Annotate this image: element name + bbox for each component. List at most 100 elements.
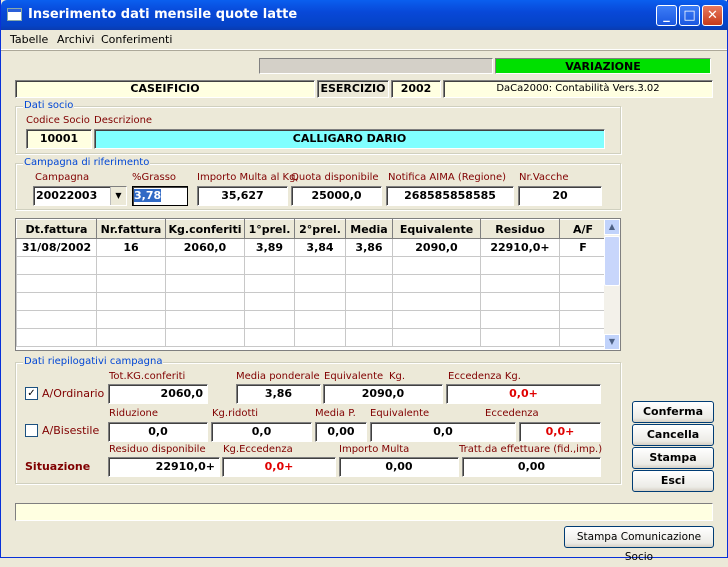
- quota-label: Quota disponibile: [291, 172, 379, 183]
- cell[interactable]: 2090,0: [392, 238, 481, 257]
- equivalente-label: Equivalente: [324, 371, 384, 382]
- col-header[interactable]: Kg.conferiti: [165, 219, 245, 239]
- status-bar: [15, 503, 713, 521]
- media-p-label: Media P.: [315, 408, 356, 419]
- campagna-title: Campagna di riferimento: [23, 157, 151, 168]
- cell[interactable]: 3,89: [244, 238, 295, 257]
- table-row[interactable]: [16, 328, 607, 347]
- eccedenza-kg-label: Eccedenza Kg.: [448, 371, 521, 382]
- codice-socio-field[interactable]: 10001: [26, 129, 92, 149]
- trattenuta-field: 0,00: [462, 457, 601, 477]
- notifica-label: Notifica AIMA (Regione): [388, 172, 507, 183]
- equivalente-field: 2090,0: [323, 384, 443, 404]
- ordinario-label: A/Ordinario: [42, 387, 105, 400]
- app-icon: [7, 8, 22, 21]
- col-header[interactable]: Media: [345, 219, 393, 239]
- campagna-select[interactable]: 20022003 ▼: [33, 186, 127, 206]
- descrizione-field[interactable]: CALLIGARO DARIO: [94, 129, 605, 149]
- progress-panel: [259, 58, 493, 74]
- kg-label: Kg.: [389, 371, 406, 382]
- stampa-button[interactable]: Stampa: [632, 447, 714, 469]
- tot-kg-label: Tot.KG.conferiti: [109, 371, 186, 382]
- version-field: DaCa2000: Contabilità Vers.3.02: [443, 80, 713, 98]
- campagna-label: Campagna: [35, 172, 90, 183]
- table-row[interactable]: [16, 310, 607, 329]
- scroll-up-icon[interactable]: ▲: [604, 219, 620, 235]
- table-row[interactable]: [16, 292, 607, 311]
- col-header[interactable]: 1°prel.: [244, 219, 295, 239]
- col-header[interactable]: Residuo: [480, 219, 560, 239]
- importo-multa-label: Importo Multa: [339, 444, 410, 455]
- grasso-label: %Grasso: [132, 172, 177, 183]
- menu-archivi[interactable]: Archivi: [57, 33, 94, 46]
- cell[interactable]: 16: [96, 238, 166, 257]
- esercizio-field: 2002: [391, 80, 441, 98]
- cell[interactable]: 22910,0+: [480, 238, 560, 257]
- bisestile-label: A/Bisestile: [42, 424, 100, 437]
- mode-indicator: VARIAZIONE: [495, 58, 711, 74]
- riduzione-field: 0,0: [108, 422, 208, 442]
- grasso-field[interactable]: 3,78: [132, 186, 188, 206]
- vacche-label: Nr.Vacche: [519, 172, 569, 183]
- residuo-disp-label: Residuo disponibile: [109, 444, 206, 455]
- descrizione-label: Descrizione: [94, 115, 153, 126]
- scroll-down-icon[interactable]: ▼: [604, 334, 620, 350]
- table-row[interactable]: [16, 274, 607, 293]
- scroll-thumb[interactable]: [604, 236, 620, 286]
- notifica-field[interactable]: 268585858585: [386, 186, 514, 206]
- caseificio-field: CASEIFICIO: [15, 80, 315, 98]
- menu-conferimenti[interactable]: Conferimenti: [101, 33, 172, 46]
- eccedenza-label: Eccedenza: [485, 408, 539, 419]
- situazione-label: Situazione: [25, 460, 91, 473]
- kg-ridotti-label: Kg.ridotti: [212, 408, 259, 419]
- grid-scrollbar[interactable]: ▲ ▼: [604, 219, 620, 350]
- cell[interactable]: 3,84: [294, 238, 346, 257]
- media-ponderale-field: 3,86: [236, 384, 321, 404]
- fatture-grid[interactable]: Dt.fattura Nr.fattura Kg.conferiti 1°pre…: [15, 218, 621, 351]
- kg-ridotti-field: 0,0: [211, 422, 312, 442]
- table-row[interactable]: [16, 256, 607, 275]
- equivalente-b-field: 0,0: [370, 422, 516, 442]
- dati-socio-title: Dati socio: [23, 100, 75, 111]
- kg-eccedenza-field: 0,0+: [222, 457, 336, 477]
- media-ponderale-label: Media ponderale: [236, 371, 320, 382]
- multa-label: Importo Multa al Kg.: [197, 172, 299, 183]
- quota-field[interactable]: 25000,0: [291, 186, 382, 206]
- importo-multa-field: 0,00: [339, 457, 459, 477]
- main-window: Inserimento dati mensile quote latte _ □…: [0, 0, 728, 563]
- cell[interactable]: F: [559, 238, 607, 257]
- window-title: Inserimento dati mensile quote latte: [28, 7, 298, 22]
- equivalente-b-label: Equivalente: [370, 408, 430, 419]
- minimize-button[interactable]: _: [656, 5, 677, 26]
- trattenuta-label: Tratt.da effettuare (fid.,imp.): [459, 444, 603, 455]
- cell[interactable]: 3,86: [345, 238, 393, 257]
- multa-field[interactable]: 35,627: [197, 186, 288, 206]
- stampa-comunicazione-button[interactable]: Stampa Comunicazione Socio: [564, 526, 714, 563]
- campagna-value: 20022003: [36, 189, 98, 202]
- maximize-button[interactable]: □: [679, 5, 700, 26]
- table-row[interactable]: 31/08/2002 16 2060,0 3,89 3,84 3,86 2090…: [16, 238, 607, 257]
- tot-kg-field: 2060,0: [108, 384, 208, 404]
- chevron-down-icon[interactable]: ▼: [110, 187, 126, 205]
- col-header[interactable]: 2°prel.: [294, 219, 346, 239]
- cancella-button[interactable]: Cancella: [632, 424, 714, 446]
- close-button[interactable]: ✕: [702, 5, 723, 26]
- residuo-disp-field: 22910,0+: [108, 457, 220, 477]
- esci-button[interactable]: Esci: [632, 470, 714, 492]
- eccedenza-field: 0,0+: [519, 422, 601, 442]
- col-header[interactable]: A/F: [559, 219, 607, 239]
- menu-tabelle[interactable]: Tabelle: [10, 33, 48, 46]
- grasso-value: 3,78: [134, 189, 162, 202]
- riepilogo-title: Dati riepilogativi campagna: [23, 356, 164, 367]
- ordinario-checkbox[interactable]: ✓: [25, 387, 38, 400]
- kg-eccedenza-label: Kg.Eccedenza: [223, 444, 293, 455]
- col-header[interactable]: Dt.fattura: [16, 219, 97, 239]
- col-header[interactable]: Equivalente: [392, 219, 481, 239]
- col-header[interactable]: Nr.fattura: [96, 219, 166, 239]
- cell[interactable]: 31/08/2002: [16, 238, 97, 257]
- cell[interactable]: 2060,0: [165, 238, 245, 257]
- title-bar[interactable]: Inserimento dati mensile quote latte _ □…: [1, 0, 728, 30]
- bisestile-checkbox[interactable]: [25, 424, 38, 437]
- conferma-button[interactable]: Conferma: [632, 401, 714, 423]
- vacche-field[interactable]: 20: [518, 186, 602, 206]
